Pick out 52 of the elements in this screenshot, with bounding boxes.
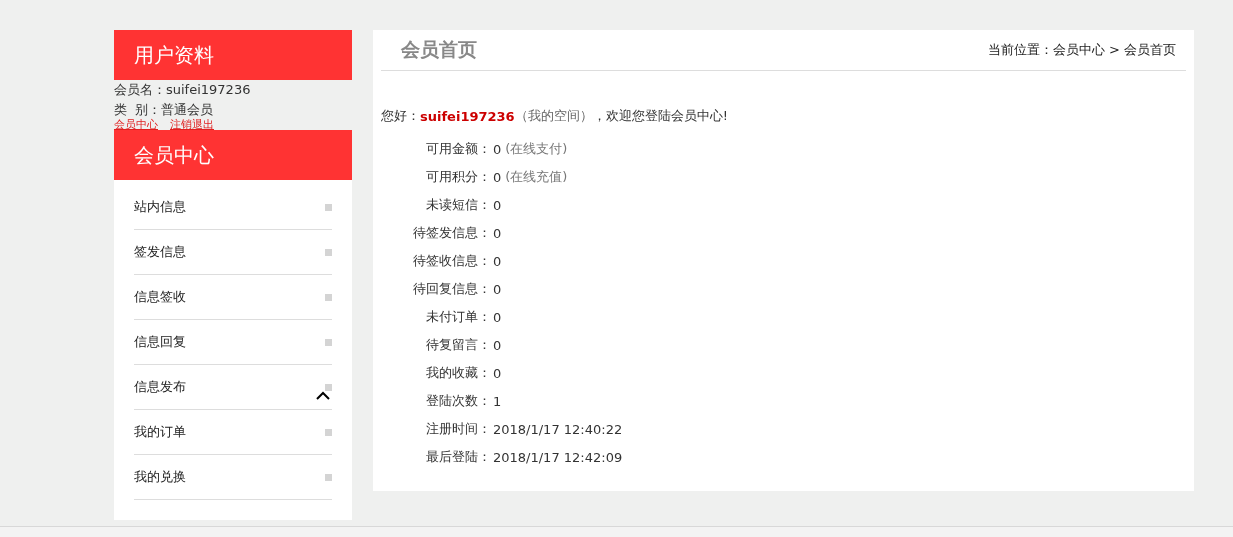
square-icon (325, 383, 332, 391)
square-icon (325, 248, 332, 256)
stat-action-link[interactable]: (在线支付) (505, 140, 568, 158)
stat-label: 未付订单： (425, 308, 491, 326)
stat-label: 待签收信息： (412, 252, 491, 270)
stat-label: 待回复信息： (412, 280, 491, 298)
stat-value: 1 (493, 393, 502, 409)
square-icon (325, 473, 332, 481)
panel-header: 用户资料 (114, 30, 352, 80)
menu-item[interactable]: 信息发布 (134, 365, 332, 410)
panel-header: 会员中心 (114, 130, 352, 180)
stat-label: 待签发信息： (412, 224, 491, 242)
square-icon (325, 338, 332, 346)
username-link[interactable]: suifei197236 (420, 108, 515, 124)
menu-item[interactable]: 信息回复 (134, 320, 332, 365)
stat-label: 可用金额： (425, 140, 491, 158)
stat-action-link[interactable]: (在线充值) (505, 168, 568, 186)
square-icon (325, 428, 332, 436)
stat-value: 0 (493, 337, 502, 353)
stat-value: 0 (493, 225, 502, 241)
square-icon (325, 293, 332, 301)
stat-label: 可用积分： (425, 168, 491, 186)
stat-value: 0 (493, 309, 502, 325)
greeting-text: ，欢迎您登陆会员中心! (592, 107, 728, 125)
page-title: 会员首页 (401, 37, 477, 62)
stat-label: 待复留言： (425, 336, 491, 354)
square-icon (325, 203, 332, 211)
breadcrumb: 当前位置：会员中心 > 会员首页 (987, 41, 1176, 59)
stat-value: 2018/1/17 12:40:22 (493, 421, 623, 437)
profile-link[interactable]: 注销退出 (170, 120, 214, 130)
menu-item[interactable]: 我的兑换 (134, 455, 332, 500)
stat-value: 0 (493, 141, 502, 157)
stat-value: 0 (493, 197, 502, 213)
profile-link[interactable]: 会员中心 (114, 120, 158, 130)
menu-item[interactable]: 签发信息 (134, 230, 332, 275)
stat-label: 最后登陆： (425, 448, 491, 466)
greeting-text: 您好： (381, 107, 420, 125)
stat-value: 0 (493, 253, 502, 269)
stat-label: 我的收藏： (425, 364, 491, 382)
stat-label: 注册时间： (425, 420, 491, 438)
profile-info: 类 别：普通会员 (114, 101, 215, 119)
stat-value: 0 (493, 281, 502, 297)
stat-value: 0 (493, 169, 502, 185)
stat-label: 未读短信： (425, 196, 491, 214)
profile-info: 会员名：suifei197236 (114, 81, 252, 99)
menu-item[interactable]: 站内信息 (134, 185, 332, 230)
stat-value: 2018/1/17 12:42:09 (493, 449, 623, 465)
stat-label: 登陆次数： (425, 392, 491, 410)
menu-item[interactable]: 我的订单 (134, 410, 332, 455)
stat-value: 0 (493, 365, 502, 381)
menu-item[interactable]: 信息签收 (134, 275, 332, 320)
space-link[interactable]: （我的空间） (514, 107, 593, 125)
